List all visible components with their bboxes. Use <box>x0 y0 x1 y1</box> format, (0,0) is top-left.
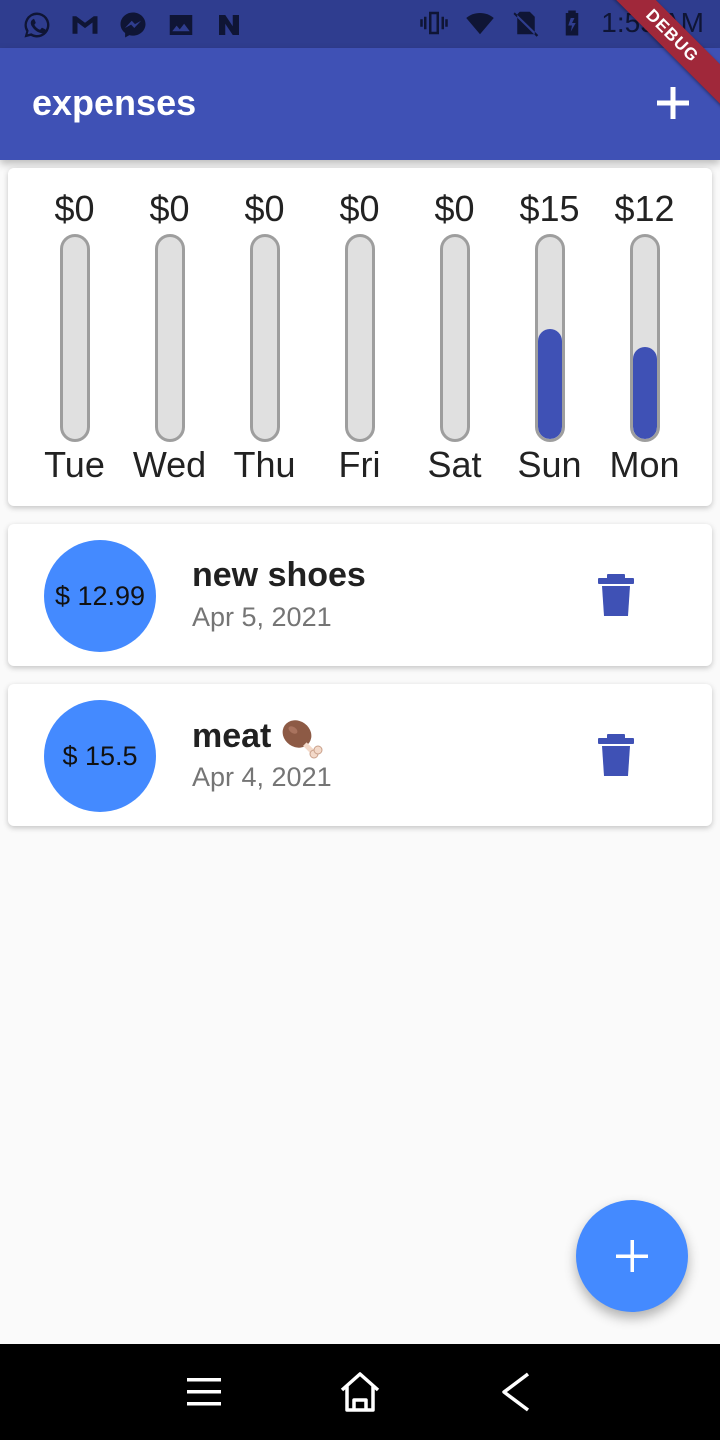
chart-bar-thu: $0 Thu <box>217 168 312 506</box>
chart-bar-tue: $0 Tue <box>27 168 122 506</box>
bar-track <box>534 234 565 442</box>
amount-avatar: $ 12.99 <box>44 540 156 652</box>
bar-track <box>249 234 280 442</box>
bar-day-label: Sun <box>517 444 582 485</box>
home-button[interactable] <box>334 1368 386 1416</box>
bar-track <box>154 234 185 442</box>
bar-fill <box>632 346 657 439</box>
add-icon <box>616 1240 648 1272</box>
bar-track <box>629 234 660 442</box>
app-title: expenses <box>32 82 197 123</box>
bar-fill <box>537 329 562 439</box>
chart-bar-sat: $0 Sat <box>407 168 502 506</box>
gallery-icon <box>164 8 198 42</box>
n-app-icon <box>212 8 246 42</box>
bar-day-label: Wed <box>132 444 207 485</box>
bar-day-label: Fri <box>338 444 381 485</box>
chart-bar-wed: $0 Wed <box>122 168 217 506</box>
back-icon <box>502 1372 530 1412</box>
bar-day-label: Mon <box>609 444 680 485</box>
transaction-title: meat <box>192 716 323 760</box>
recent-apps-button[interactable] <box>178 1368 230 1416</box>
weekly-chart-card: $0 Tue $0 Wed $0 Thu $0 Fri $0 Sat $15 Sun $12 Mon <box>8 168 712 506</box>
status-bar: 1:55 AM <box>0 0 720 48</box>
bar-amount-label: $0 <box>434 188 475 229</box>
no-sim-icon <box>509 6 543 40</box>
bar-track <box>439 234 470 442</box>
bar-amount-label: $0 <box>244 188 285 229</box>
transaction-card: $ 15.5 meat Apr 4, 2021 <box>8 684 712 826</box>
add-expense-button[interactable] <box>650 80 696 126</box>
add-expense-fab[interactable] <box>576 1200 688 1312</box>
amount-avatar: $ 15.5 <box>44 700 156 812</box>
delete-button[interactable] <box>596 734 636 778</box>
add-icon <box>657 87 689 119</box>
gmail-icon <box>68 8 102 42</box>
bar-amount-label: $0 <box>339 188 380 229</box>
delete-button[interactable] <box>596 574 636 618</box>
menu-icon <box>187 1378 221 1406</box>
chart-bar-mon: $12 Mon <box>597 168 692 506</box>
bar-track <box>59 234 90 442</box>
meat-on-bone-icon <box>283 720 323 759</box>
trash-icon <box>598 574 634 616</box>
bar-amount-label: $0 <box>149 188 190 229</box>
wifi-icon <box>463 6 497 40</box>
transaction-date: Apr 5, 2021 <box>192 602 332 632</box>
trash-icon <box>598 734 634 776</box>
transaction-date: Apr 4, 2021 <box>192 762 332 792</box>
bar-day-label: Thu <box>233 444 296 485</box>
battery-charging-icon <box>555 6 589 40</box>
transaction-card: $ 12.99 new shoes Apr 5, 2021 <box>8 524 712 666</box>
app-bar: expenses <box>0 48 720 160</box>
home-icon <box>340 1372 380 1412</box>
bar-amount-label: $12 <box>614 188 675 229</box>
bar-amount-label: $0 <box>54 188 95 229</box>
back-button[interactable] <box>490 1368 542 1416</box>
bar-day-label: Sat <box>427 444 482 485</box>
chart-bar-sun: $15 Sun <box>502 168 597 506</box>
messenger-icon <box>116 8 150 42</box>
vibrate-icon <box>417 6 451 40</box>
whatsapp-icon <box>20 8 54 42</box>
transaction-title: new shoes <box>192 556 366 594</box>
bar-amount-label: $15 <box>519 188 580 229</box>
chart-bar-fri: $0 Fri <box>312 168 407 506</box>
navigation-bar <box>0 1344 720 1440</box>
bar-track <box>344 234 375 442</box>
notification-icons <box>20 8 246 42</box>
bar-day-label: Tue <box>44 444 105 485</box>
